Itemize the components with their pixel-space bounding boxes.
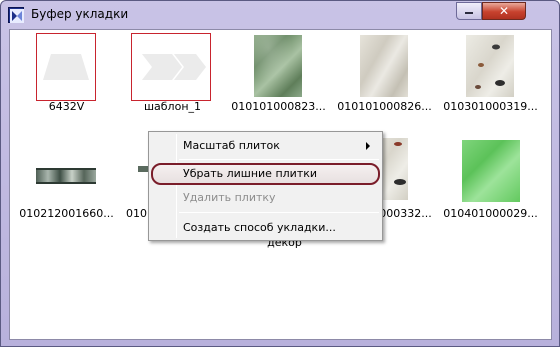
tile-thumbnail <box>138 166 148 172</box>
close-button[interactable]: ✕ <box>482 2 526 20</box>
trapezoid-shape-icon <box>43 54 89 80</box>
tile-thumbnail <box>462 140 520 202</box>
app-icon <box>8 7 24 23</box>
tile-label: 6432V <box>48 100 85 113</box>
menu-item-create-layout[interactable]: Создать способ укладки... <box>151 217 380 239</box>
window-title: Буфер укладки <box>31 7 129 21</box>
tile-thumbnail <box>36 33 96 101</box>
menu-item-tile-scale[interactable]: Масштаб плиток <box>151 135 380 157</box>
minimize-button[interactable] <box>456 2 482 20</box>
menu-separator <box>179 159 379 160</box>
tile-buffer-window: Буфер укладки ✕ 6432V шаблон_1 010101000… <box>0 0 560 347</box>
menu-item-label: Удалить плитку <box>183 191 276 204</box>
tile-label: шаблон_1 <box>143 100 202 113</box>
tile-item[interactable]: 010101000826... <box>332 31 437 131</box>
tile-item[interactable]: 010212001660... <box>14 138 119 238</box>
menu-item-remove-extra-tiles[interactable]: Убрать лишние плитки <box>151 163 380 185</box>
tile-label: 010401000029... <box>443 207 538 220</box>
tile-thumbnail <box>466 35 514 97</box>
tile-thumbnail <box>360 35 408 97</box>
tile-label: 010101000826... <box>337 100 432 113</box>
tile-thumbnail <box>36 168 96 184</box>
tile-label: 010101000823... <box>231 100 326 113</box>
menu-item-delete-tile[interactable]: Удалить плитку <box>151 187 380 209</box>
fish-pattern-icon <box>475 44 505 89</box>
tile-label: 010301000319... <box>443 100 538 113</box>
tile-thumbnail <box>131 33 211 101</box>
tile-item[interactable]: 010401000029... <box>438 138 543 238</box>
chevron-shape-icon <box>142 54 206 80</box>
tile-item[interactable]: 6432V <box>14 31 119 131</box>
tile-item[interactable]: 010101000823... <box>226 31 331 131</box>
context-menu: Масштаб плиток Убрать лишние плитки Удал… <box>148 131 383 241</box>
tile-thumbnail <box>254 35 302 97</box>
tile-item[interactable]: шаблон_1 <box>120 31 225 131</box>
submenu-arrow-icon <box>366 142 370 150</box>
menu-item-label: Создать способ укладки... <box>183 221 336 234</box>
menu-item-label: Масштаб плиток <box>183 139 280 152</box>
title-bar[interactable]: Буфер укладки ✕ <box>1 1 559 29</box>
tile-item[interactable]: 010301000319... <box>438 31 543 131</box>
menu-item-label: Убрать лишние плитки <box>183 167 318 180</box>
menu-separator <box>179 212 379 213</box>
tile-label: 010212001660... <box>19 207 114 220</box>
